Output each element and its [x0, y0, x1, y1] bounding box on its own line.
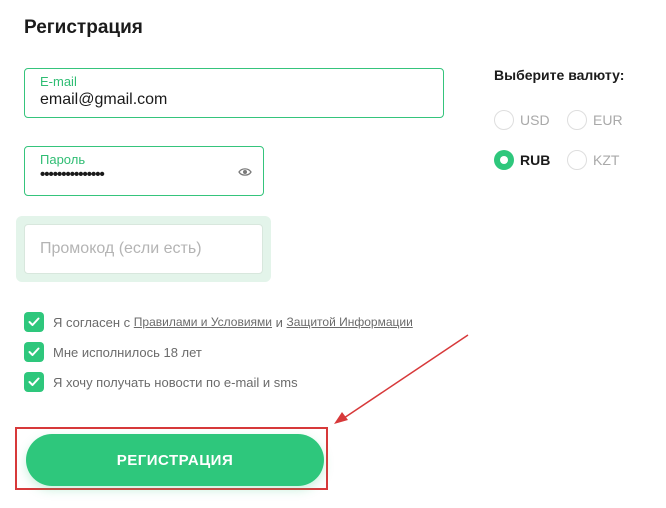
annotation-arrow — [334, 334, 469, 424]
